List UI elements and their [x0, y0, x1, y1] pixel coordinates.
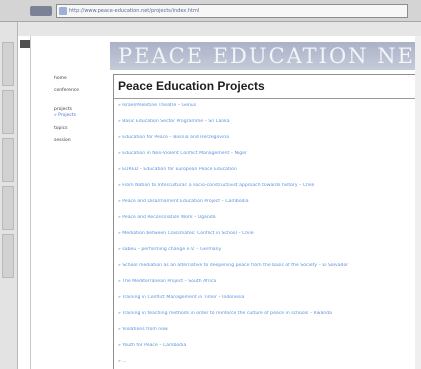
- site-logo-text: PEACE EDUCATION NET: [118, 44, 421, 68]
- project-link[interactable]: » Peace and Reconciliation Work – Uganda: [118, 215, 416, 221]
- project-link[interactable]: » The Mediterranean Project – South Afri…: [118, 279, 416, 285]
- project-link[interactable]: » Education in Non-Violent Conflict Mana…: [118, 151, 416, 157]
- nav-subitem-projects[interactable]: » Projects: [54, 113, 76, 119]
- scrollbar[interactable]: [415, 36, 421, 369]
- project-link[interactable]: » Mediation between Classmates: Conflict…: [118, 231, 416, 237]
- project-link[interactable]: » Violations from now: [118, 327, 416, 333]
- project-link[interactable]: » Israel/Palestine Theatre – Genus: [118, 103, 416, 109]
- project-link[interactable]: » Basic Education Sector Programme – Sri…: [118, 119, 416, 125]
- project-link[interactable]: » Peace and Disarmament Education Projec…: [118, 199, 416, 205]
- vertical-tab-strip: [0, 22, 18, 369]
- nav-item-home[interactable]: home: [54, 76, 67, 82]
- project-link[interactable]: » EURED – Education for European Peace E…: [118, 167, 416, 173]
- vertical-tab[interactable]: [2, 90, 14, 134]
- content-panel: Peace Education Projects » Israel/Palest…: [113, 74, 419, 369]
- address-url[interactable]: http://www.peace-education.net/projects/…: [69, 5, 399, 17]
- nav-item-session[interactable]: session: [54, 138, 71, 144]
- project-link[interactable]: » ...: [118, 359, 416, 365]
- page-title: Peace Education Projects: [118, 79, 265, 93]
- project-link[interactable]: » Training in teaching methods in order …: [118, 311, 416, 317]
- vertical-tab[interactable]: [2, 42, 14, 86]
- project-link[interactable]: » From Nation to Intercultural: a socio-…: [118, 183, 416, 189]
- address-label: [30, 6, 52, 16]
- frame-top-strip: [18, 22, 421, 36]
- page-icon: [59, 7, 67, 15]
- nav-item-topics[interactable]: topics: [54, 126, 67, 132]
- project-link[interactable]: » Education for Peace – Bosnia and Herze…: [118, 135, 416, 141]
- vertical-tab[interactable]: [2, 186, 14, 230]
- title-divider: [114, 98, 418, 99]
- nav-item-conference[interactable]: conference: [54, 88, 79, 94]
- vertical-tab[interactable]: [2, 138, 14, 182]
- project-link[interactable]: » Youth for Peace – Cambodia: [118, 343, 416, 349]
- site-banner: PEACE EDUCATION NET: [110, 42, 421, 70]
- browser-toolbar: http://www.peace-education.net/projects/…: [0, 0, 421, 22]
- vertical-tab[interactable]: [2, 234, 14, 278]
- project-link[interactable]: » Training in Conflict Management in Tim…: [118, 295, 416, 301]
- project-link[interactable]: » sabeu – performing change e.V. – Germa…: [118, 247, 416, 253]
- address-bar[interactable]: http://www.peace-education.net/projects/…: [56, 4, 408, 18]
- project-link[interactable]: » School mediation as an alternative to …: [118, 263, 416, 269]
